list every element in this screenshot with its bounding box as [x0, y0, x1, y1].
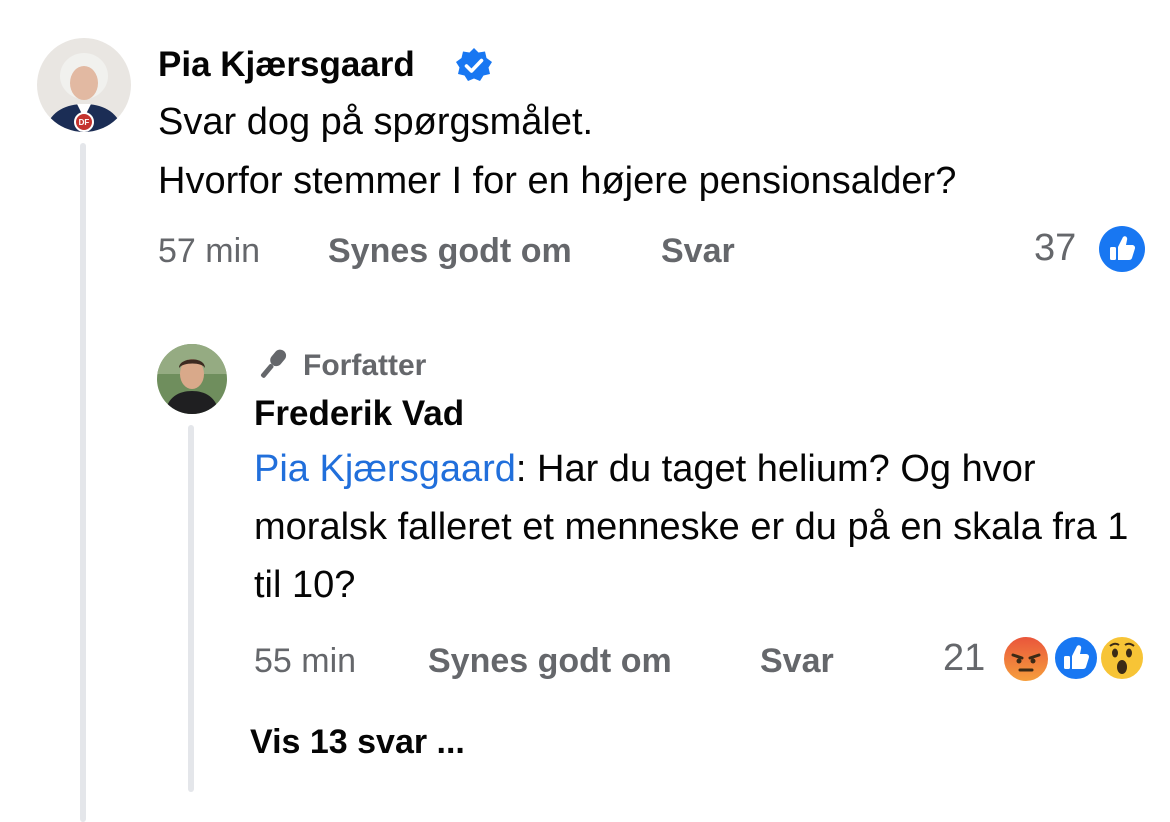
angry-icon[interactable] [1001, 634, 1051, 689]
comment-thread-line [80, 143, 86, 822]
view-replies-link[interactable]: Vis 13 svar ... [250, 723, 465, 762]
comment-author-name[interactable]: Pia Kjærsgaard [158, 45, 415, 85]
microphone-icon [254, 345, 292, 388]
author-badge-label: Forfatter [303, 349, 427, 382]
reply-reaction-count[interactable]: 21 [943, 637, 985, 680]
comment-reply-button[interactable]: Svar [661, 232, 735, 271]
like-icon[interactable] [1052, 634, 1100, 687]
comment-reaction-count[interactable]: 37 [1034, 227, 1076, 270]
comment-like-button[interactable]: Synes godt om [328, 232, 572, 271]
reply-like-button[interactable]: Synes godt om [428, 642, 672, 681]
party-logo: DF [79, 118, 90, 127]
wow-icon[interactable] [1098, 634, 1146, 687]
reply-text: Pia Kjærsgaard: Har du taget helium? Og … [254, 440, 1134, 614]
avatar-photo: DF [37, 38, 131, 132]
avatar[interactable]: DF [37, 38, 131, 132]
reply-timestamp[interactable]: 55 min [254, 642, 356, 681]
comment-text-line-2: Hvorfor stemmer I for en højere pensions… [158, 160, 957, 202]
mention-link[interactable]: Pia Kjærsgaard [254, 448, 516, 490]
reply-author-name[interactable]: Frederik Vad [254, 394, 464, 434]
like-icon[interactable] [1098, 225, 1146, 278]
reply-avatar[interactable] [157, 344, 227, 414]
verified-badge-icon [455, 47, 493, 90]
reply-avatar-photo [157, 344, 227, 414]
reply-reply-button[interactable]: Svar [760, 642, 834, 681]
comment-timestamp[interactable]: 57 min [158, 232, 260, 271]
reply-thread-line [188, 425, 194, 792]
comment-text-line-1: Svar dog på spørgsmålet. [158, 101, 594, 143]
